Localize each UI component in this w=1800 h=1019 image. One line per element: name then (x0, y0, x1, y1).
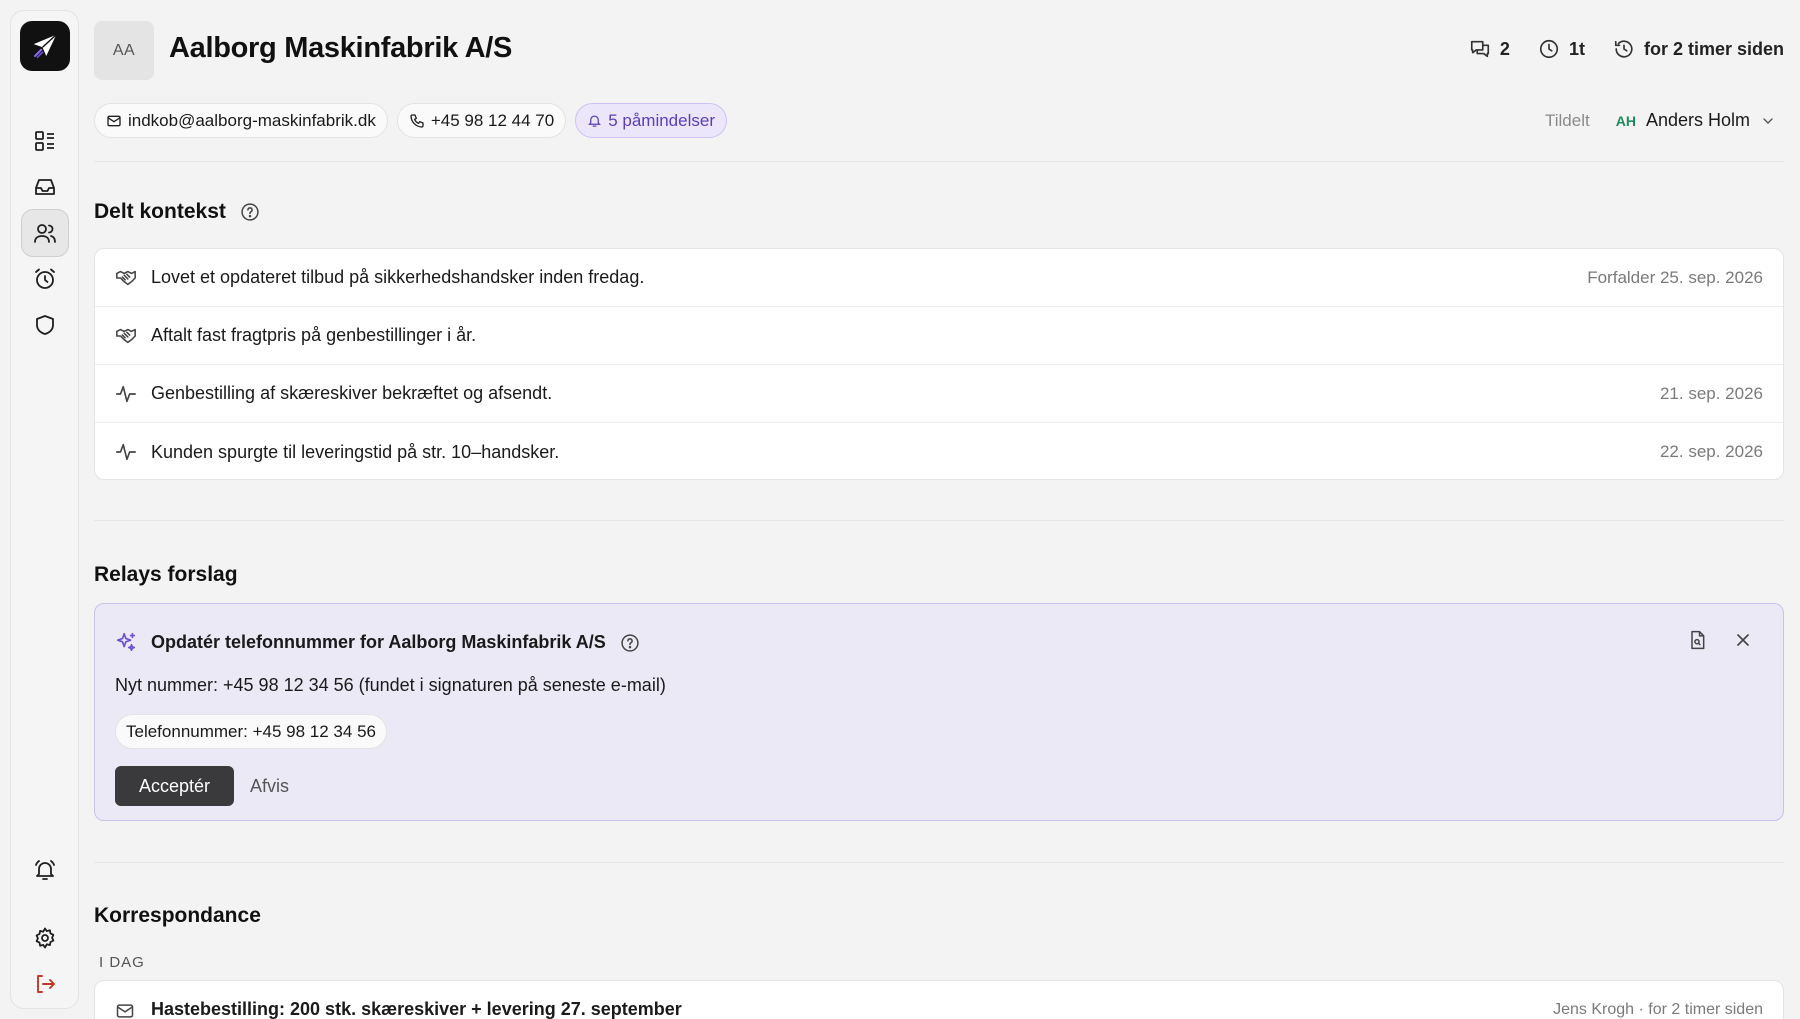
accept-button[interactable]: Acceptér (115, 766, 234, 806)
contact-chips: indkob@aalborg-maskinfabrik.dk +45 98 12… (94, 103, 727, 138)
reminders-chip[interactable]: 5 påmindelser (575, 103, 727, 138)
divider (94, 862, 1784, 863)
sidebar (10, 10, 79, 1009)
nav-dashboard[interactable] (21, 117, 69, 165)
users-icon (34, 224, 56, 243)
suggestion-field-chip: Telefonnummer: +45 98 12 34 56 (115, 714, 387, 749)
context-item-text: Genbestilling af skæreskiver bekræftet o… (151, 383, 553, 403)
chevron-down-icon (1763, 117, 1773, 124)
stat-duration[interactable]: 1t (1538, 38, 1585, 60)
context-item-text: Kunden spurgte til leveringstid på str. … (151, 441, 560, 462)
shared-context-heading: Delt kontekst (94, 200, 260, 224)
nav-logout[interactable] (21, 960, 69, 1008)
reject-button[interactable]: Afvis (250, 776, 289, 797)
activity-icon (116, 385, 136, 402)
date-group-label: I DAG (99, 954, 145, 971)
divider (94, 520, 1784, 521)
assignee-dropdown[interactable]: AH Anders Holm (1616, 110, 1776, 131)
correspondence-heading: Korrespondance (94, 904, 261, 927)
phone-value: +45 98 12 44 70 (430, 110, 555, 130)
shared-context-list: Lovet et opdateret tilbud på sikkerhedsh… (94, 248, 1784, 480)
bell-icon (588, 115, 602, 127)
stat-last-activity-value: for 2 timer siden (1643, 38, 1784, 59)
close-icon[interactable] (1733, 630, 1753, 650)
alarm-clock-icon (35, 268, 55, 289)
clock-icon (1539, 39, 1559, 59)
context-item-text: Aftalt fast fragtpris på genbestillinger… (151, 325, 477, 345)
messages-icon (1470, 40, 1489, 58)
context-item[interactable]: Kunden spurgte til leveringstid på str. … (95, 423, 1783, 479)
document-search-icon[interactable] (1687, 630, 1707, 650)
phone-chip[interactable]: +45 98 12 44 70 (396, 103, 567, 138)
sparkles-icon (116, 632, 136, 652)
suggestion-card: Opdatér telefonnummer for Aalborg Maskin… (94, 603, 1784, 821)
nav-reminders[interactable] (21, 255, 69, 303)
nav-inbox[interactable] (21, 163, 69, 211)
mail-icon (107, 115, 121, 126)
help-icon[interactable] (240, 202, 260, 222)
shield-icon (36, 315, 54, 335)
stat-messages[interactable]: 2 (1469, 38, 1510, 60)
gear-icon (35, 927, 55, 949)
suggestion-description: Nyt nummer: +45 98 12 34 56 (fundet i si… (115, 675, 666, 695)
dashboard-list-icon (35, 131, 54, 151)
assignee-avatar: AH (1615, 112, 1636, 129)
activity-icon (116, 443, 136, 461)
main-content: AA Aalborg Maskinfabrik A/S 2 1t for 2 t… (94, 0, 1784, 1019)
mail-meta: Jens Krogh · for 2 timer siden (1553, 1001, 1763, 1018)
email-value: indkob@aalborg-maskinfabrik.dk (128, 110, 376, 130)
page-title: Aalborg Maskinfabrik A/S (169, 32, 513, 64)
suggestion-title-text: Opdatér telefonnummer for Aalborg Maskin… (151, 632, 606, 652)
company-avatar: AA (94, 21, 154, 80)
stat-messages-value: 2 (1499, 38, 1510, 59)
logout-icon (37, 975, 55, 993)
paper-plane-icon (33, 34, 57, 59)
suggestion-actions (1687, 630, 1753, 650)
help-icon[interactable] (620, 633, 640, 653)
context-item[interactable]: Genbestilling af skæreskiver bekræftet o… (95, 365, 1783, 423)
context-item[interactable]: Lovet et opdateret tilbud på sikkerhedsh… (95, 249, 1783, 307)
context-item-text: Lovet et opdateret tilbud på sikkerhedsh… (151, 267, 645, 287)
app-logo[interactable] (20, 21, 70, 71)
context-item-date: 22. sep. 2026 (1659, 442, 1763, 461)
phone-icon (410, 113, 424, 128)
mail-icon (116, 1004, 134, 1018)
assignment: Tildelt AH Anders Holm (1545, 110, 1776, 131)
shared-context-title: Delt kontekst (94, 200, 226, 223)
bell-ring-icon (35, 860, 55, 880)
handshake-icon (116, 328, 136, 343)
mail-subject: Hastebestilling: 200 stk. skæreskiver + … (151, 999, 682, 1019)
nav-security[interactable] (21, 301, 69, 349)
assignee-name: Anders Holm (1645, 110, 1750, 130)
header-stats: 2 1t for 2 timer siden (1469, 38, 1784, 60)
context-item-date: Forfalder 25. sep. 2026 (1587, 267, 1763, 287)
stat-duration-value: 1t (1568, 38, 1585, 59)
stat-last-activity[interactable]: for 2 timer siden (1613, 38, 1784, 60)
mail-item[interactable]: Hastebestilling: 200 stk. skæreskiver + … (94, 980, 1784, 1019)
email-chip[interactable]: indkob@aalborg-maskinfabrik.dk (94, 103, 388, 138)
nav-settings[interactable] (21, 914, 69, 962)
context-item-date: 21. sep. 2026 (1659, 383, 1763, 403)
nav-notifications[interactable] (21, 846, 69, 894)
reminders-value: 5 påmindelser (608, 110, 715, 130)
context-item[interactable]: Aftalt fast fragtpris på genbestillinger… (95, 307, 1783, 365)
nav-contacts[interactable] (21, 209, 69, 257)
divider (94, 161, 1784, 162)
history-icon (1614, 40, 1633, 58)
assigned-label: Tildelt (1545, 110, 1590, 130)
suggestion-title: Opdatér telefonnummer for Aalborg Maskin… (151, 632, 640, 653)
inbox-icon (35, 179, 55, 195)
suggestions-heading: Relays forslag (94, 563, 238, 586)
handshake-icon (116, 270, 136, 285)
